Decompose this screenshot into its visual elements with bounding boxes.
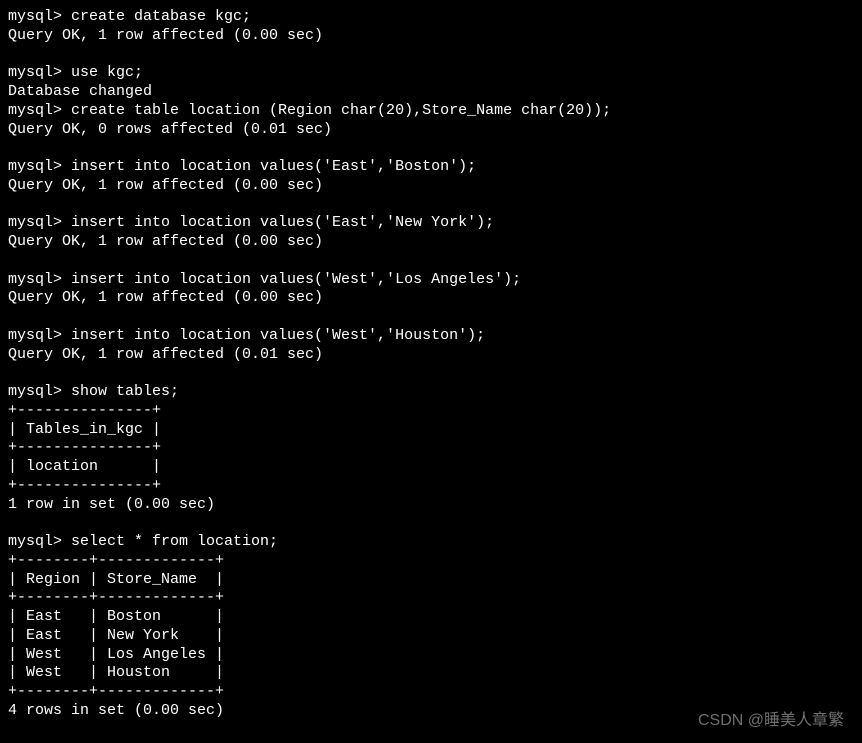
terminal-line: +---------------+ xyxy=(8,402,161,419)
terminal-line: mysql> use kgc; xyxy=(8,64,143,81)
terminal-output[interactable]: mysql> create database kgc; Query OK, 1 … xyxy=(8,8,854,721)
watermark-text: CSDN @睡美人章繁 xyxy=(698,711,844,731)
terminal-line: Query OK, 0 rows affected (0.01 sec) xyxy=(8,121,332,138)
terminal-line: mysql> create table location (Region cha… xyxy=(8,102,611,119)
terminal-line: Query OK, 1 row affected (0.00 sec) xyxy=(8,289,323,306)
terminal-line: | West | Los Angeles | xyxy=(8,646,224,663)
terminal-line: mysql> insert into location values('East… xyxy=(8,214,494,231)
terminal-line: mysql> create database kgc; xyxy=(8,8,251,25)
terminal-line: Query OK, 1 row affected (0.00 sec) xyxy=(8,177,323,194)
terminal-line: +---------------+ xyxy=(8,477,161,494)
terminal-line: Query OK, 1 row affected (0.01 sec) xyxy=(8,346,323,363)
terminal-line: +--------+-------------+ xyxy=(8,552,224,569)
terminal-line: +--------+-------------+ xyxy=(8,589,224,606)
terminal-line: Query OK, 1 row affected (0.00 sec) xyxy=(8,233,323,250)
terminal-line: mysql> show tables; xyxy=(8,383,179,400)
terminal-line: | East | New York | xyxy=(8,627,224,644)
terminal-line: | Tables_in_kgc | xyxy=(8,421,161,438)
terminal-line: mysql> insert into location values('West… xyxy=(8,327,485,344)
terminal-line: | Region | Store_Name | xyxy=(8,571,224,588)
terminal-line: 1 row in set (0.00 sec) xyxy=(8,496,215,513)
terminal-line: | West | Houston | xyxy=(8,664,224,681)
terminal-line: 4 rows in set (0.00 sec) xyxy=(8,702,224,719)
terminal-line: mysql> insert into location values('West… xyxy=(8,271,521,288)
terminal-line: +--------+-------------+ xyxy=(8,683,224,700)
terminal-line: Database changed xyxy=(8,83,152,100)
terminal-line: | East | Boston | xyxy=(8,608,224,625)
terminal-line: +---------------+ xyxy=(8,439,161,456)
terminal-line: Query OK, 1 row affected (0.00 sec) xyxy=(8,27,323,44)
terminal-line: mysql> insert into location values('East… xyxy=(8,158,476,175)
terminal-line: | location | xyxy=(8,458,161,475)
terminal-line: mysql> select * from location; xyxy=(8,533,278,550)
